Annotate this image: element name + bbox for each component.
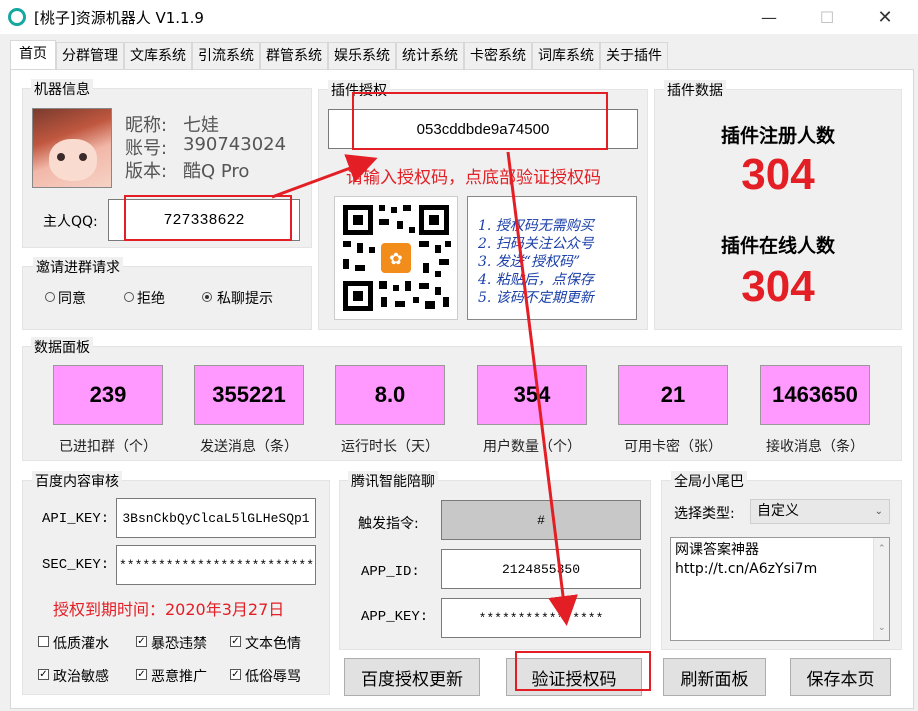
arrow-to-verify	[506, 151, 578, 626]
annotation-arrows	[271, 151, 578, 626]
arrow-to-license	[271, 154, 378, 199]
